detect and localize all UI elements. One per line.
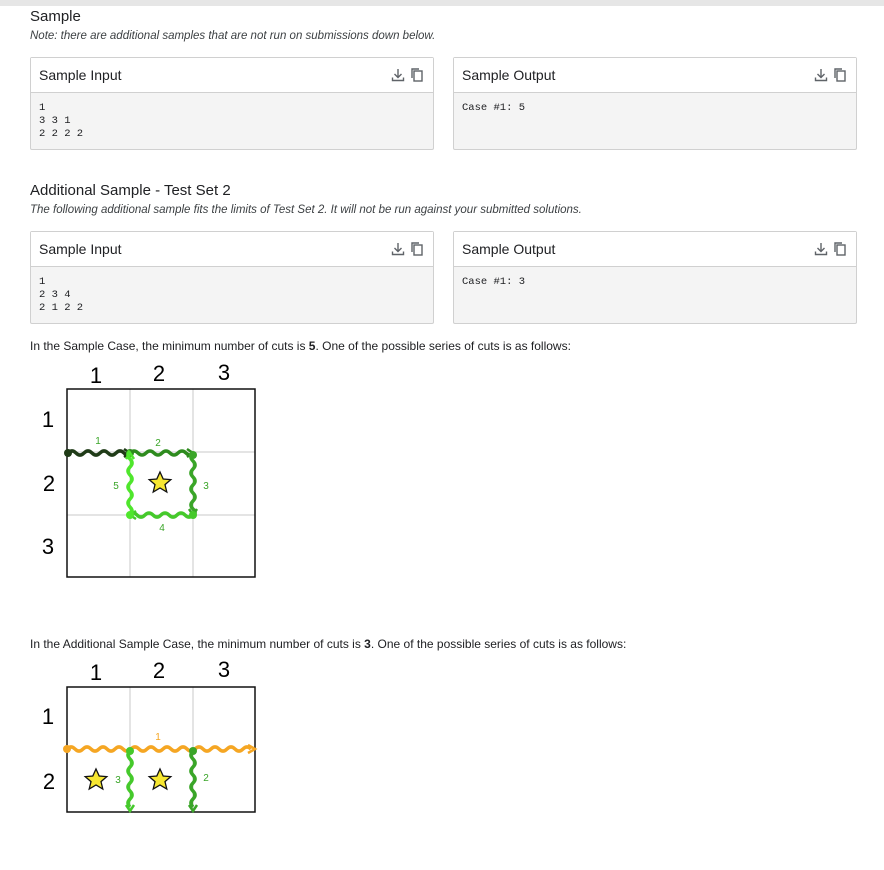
cut-label: 2 (203, 773, 209, 784)
fig2-row-label: 2 (43, 769, 55, 794)
fig2-col-label: 2 (153, 658, 165, 683)
cut-1 (65, 745, 253, 753)
cut-point (189, 747, 197, 755)
star-icon (83, 767, 109, 791)
fig2-col-label: 1 (90, 660, 102, 685)
cut-label: 3 (115, 775, 121, 786)
fig2-col-label: 3 (218, 657, 230, 682)
star-icon (147, 767, 173, 791)
cut-label: 1 (155, 732, 161, 743)
cut-point (63, 745, 71, 753)
figure-2: 1 2 3 1 2 1 2 3 (42, 657, 258, 814)
fig2-row-label: 1 (42, 704, 54, 729)
cut-point (126, 747, 134, 755)
